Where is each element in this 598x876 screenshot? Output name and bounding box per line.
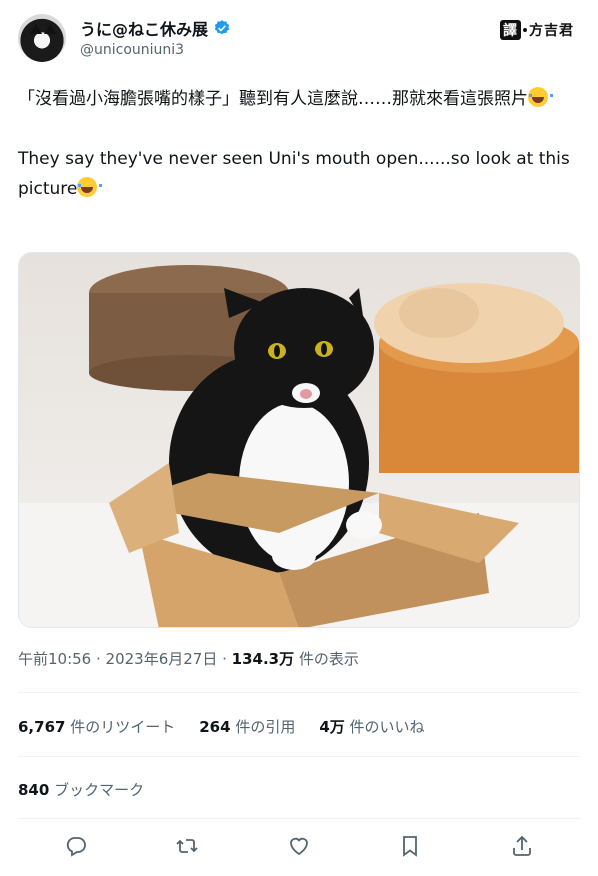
reply-icon bbox=[66, 837, 86, 857]
display-name[interactable]: うに@ねこ休み展 bbox=[80, 16, 208, 40]
divider bbox=[18, 692, 580, 693]
bookmarks-stat[interactable]: 840 ブックマーク bbox=[18, 779, 144, 800]
author-name-row[interactable]: うに@ねこ休み展 bbox=[80, 16, 231, 40]
tweet-date[interactable]: 2023年6月27日 bbox=[106, 650, 218, 668]
retweets-stat[interactable]: 6,767 件のリツイート bbox=[18, 716, 175, 737]
bookmarks-label: ブックマーク bbox=[49, 781, 145, 799]
tweet-photo[interactable] bbox=[18, 252, 580, 628]
tweet-header: うに@ねこ休み展 @unicouniuni3 譯方吉君 bbox=[18, 14, 580, 64]
reply-button[interactable] bbox=[62, 832, 90, 860]
avatar[interactable] bbox=[18, 14, 66, 62]
retweets-label: 件のリツイート bbox=[65, 718, 176, 736]
tears-of-joy-emoji-icon bbox=[528, 87, 553, 107]
share-button[interactable] bbox=[508, 832, 536, 860]
cat-in-box-photo bbox=[19, 253, 579, 627]
divider bbox=[18, 818, 580, 819]
divider bbox=[18, 756, 580, 757]
likes-stat[interactable]: 4万 件のいいね bbox=[319, 716, 424, 737]
author-handle[interactable]: @unicouniuni3 bbox=[80, 42, 184, 58]
tweet-actions bbox=[0, 832, 598, 864]
watermark: 譯方吉君 bbox=[500, 20, 574, 40]
watermark-text: 方吉君 bbox=[529, 23, 574, 39]
tweet-meta: 午前10:56 · 2023年6月27日 · 134.3万 件の表示 bbox=[18, 648, 359, 669]
views-label: 件の表示 bbox=[294, 650, 359, 668]
views-count: 134.3万 bbox=[231, 650, 295, 668]
quotes-label: 件の引用 bbox=[230, 718, 296, 736]
tweet-stats: 6,767 件のリツイート 264 件の引用 4万 件のいいね bbox=[18, 716, 425, 737]
meta-separator: · bbox=[91, 650, 106, 668]
bookmarks-count: 840 bbox=[18, 781, 50, 799]
like-icon bbox=[290, 837, 308, 856]
meta-separator: · bbox=[217, 650, 232, 668]
tweet-time[interactable]: 午前10:56 bbox=[18, 650, 91, 668]
retweet-button[interactable] bbox=[173, 832, 201, 860]
likes-count: 4万 bbox=[319, 718, 345, 736]
bookmark-icon bbox=[403, 836, 417, 857]
retweets-count: 6,767 bbox=[18, 718, 66, 736]
tweet-text-japanese: 「沒看過小海膽張嘴的樣子」聽到有人這麼說……那就來看這張照片 bbox=[18, 89, 528, 109]
quotes-stat[interactable]: 264 件の引用 bbox=[199, 716, 295, 737]
tweet-text-english: They say they've never seen Uni's mouth … bbox=[18, 149, 570, 199]
tears-of-joy-emoji-icon bbox=[77, 177, 103, 197]
bookmark-button[interactable] bbox=[396, 832, 424, 860]
like-button[interactable] bbox=[285, 832, 313, 860]
likes-label: 件のいいね bbox=[344, 718, 425, 736]
quotes-count: 264 bbox=[199, 718, 231, 736]
share-icon bbox=[513, 835, 531, 856]
verified-badge-icon bbox=[214, 20, 230, 35]
watermark-box: 譯 bbox=[500, 20, 521, 40]
retweet-icon bbox=[176, 839, 198, 853]
tweet-text: 「沒看過小海膽張嘴的樣子」聽到有人這麼說……那就來看這張照片 They say … bbox=[18, 84, 580, 204]
